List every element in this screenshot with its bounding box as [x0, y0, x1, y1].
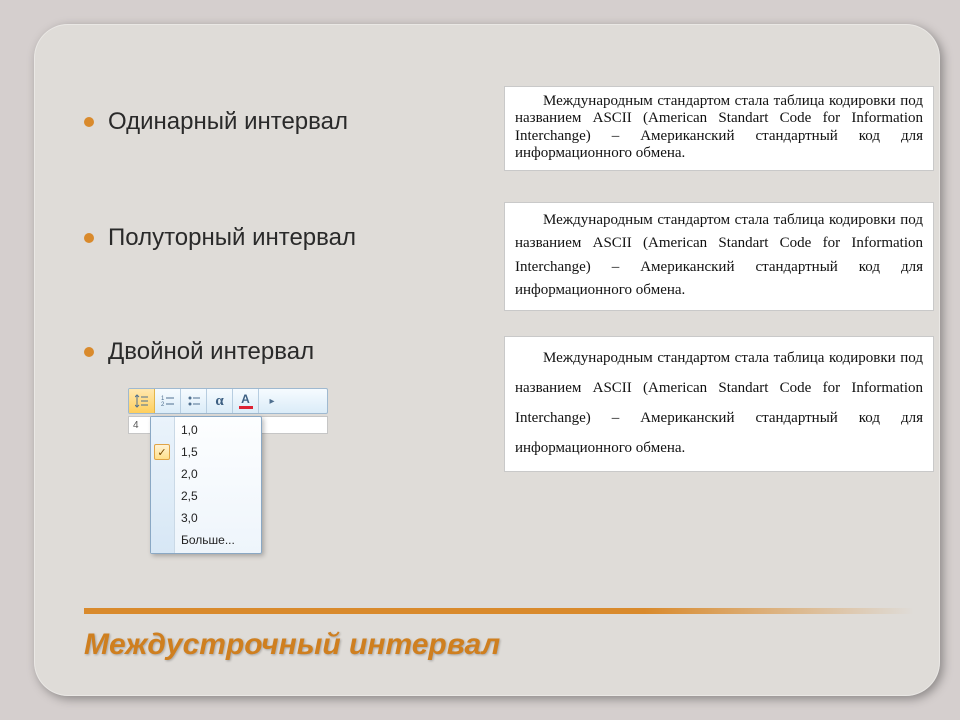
- option-label: 3,0: [181, 511, 198, 525]
- alpha-button[interactable]: α: [207, 389, 233, 413]
- bullet-single-spacing: Одинарный интервал: [84, 108, 348, 136]
- bullet-dot-icon: [84, 347, 94, 357]
- bullet-label: Полуторный интервал: [108, 224, 356, 252]
- paragraph-toolbar: 1 2 α: [128, 388, 328, 414]
- sample-text-double: Международным стандартом стала таблица к…: [504, 336, 934, 472]
- panel: Одинарный интервал Полуторный интервал Д…: [34, 24, 940, 696]
- bullet-dot-icon: [84, 117, 94, 127]
- sample-text: Международным стандартом стала таблица к…: [515, 343, 923, 463]
- option-label: 2,0: [181, 467, 198, 481]
- line-spacing-option-2-5[interactable]: 2,5: [151, 485, 261, 507]
- bullet-dot-icon: [84, 233, 94, 243]
- check-icon: ✓: [154, 444, 170, 460]
- font-color-swatch: [239, 406, 253, 409]
- line-spacing-button[interactable]: [129, 389, 155, 413]
- option-label: 1,5: [181, 445, 198, 459]
- slide: Одинарный интервал Полуторный интервал Д…: [0, 0, 960, 720]
- bulleted-list-button[interactable]: [181, 389, 207, 413]
- alpha-icon: α: [215, 393, 223, 410]
- font-color-button[interactable]: A: [233, 389, 259, 413]
- option-label: 1,0: [181, 423, 198, 437]
- sample-text: Международным стандартом стала таблица к…: [515, 93, 923, 162]
- line-spacing-option-3-0[interactable]: 3,0: [151, 507, 261, 529]
- toolbar-overflow[interactable]: ▸: [259, 389, 285, 413]
- slide-title: Междустрочный интервал: [84, 628, 500, 662]
- option-label: Больше...: [181, 533, 235, 547]
- numbered-list-button[interactable]: 1 2: [155, 389, 181, 413]
- sample-text: Международным стандартом стала таблица к…: [515, 209, 923, 302]
- svg-text:2: 2: [161, 402, 165, 408]
- bullet-one-and-half-spacing: Полуторный интервал: [84, 224, 356, 252]
- sample-text-one-and-half: Международным стандартом стала таблица к…: [504, 202, 934, 311]
- line-spacing-option-1-5[interactable]: ✓ 1,5: [151, 441, 261, 463]
- line-spacing-option-1-0[interactable]: 1,0: [151, 419, 261, 441]
- bullet-label: Двойной интервал: [108, 338, 314, 366]
- accent-rule: [84, 608, 644, 614]
- bullet-label: Одинарный интервал: [108, 108, 348, 136]
- accent-rule-fade: [644, 608, 914, 614]
- chevron-right-icon: ▸: [269, 396, 274, 407]
- bulleted-list-icon: [187, 394, 201, 408]
- option-label: 2,5: [181, 489, 198, 503]
- line-spacing-option-more[interactable]: Больше...: [151, 529, 261, 551]
- line-spacing-dropdown: 1,0 ✓ 1,5 2,0 2,5 3,0 Больше...: [150, 416, 262, 554]
- sample-text-single: Международным стандартом стала таблица к…: [504, 86, 934, 171]
- bullet-double-spacing: Двойной интервал: [84, 338, 314, 366]
- line-spacing-option-2-0[interactable]: 2,0: [151, 463, 261, 485]
- font-color-icon: A: [241, 393, 250, 405]
- ruler-mark: 4: [133, 420, 139, 431]
- line-spacing-icon: [135, 394, 149, 408]
- numbered-list-icon: 1 2: [161, 394, 175, 408]
- footer: Междустрочный интервал: [84, 608, 914, 656]
- word-line-spacing-widget: 1 2 α: [128, 388, 328, 434]
